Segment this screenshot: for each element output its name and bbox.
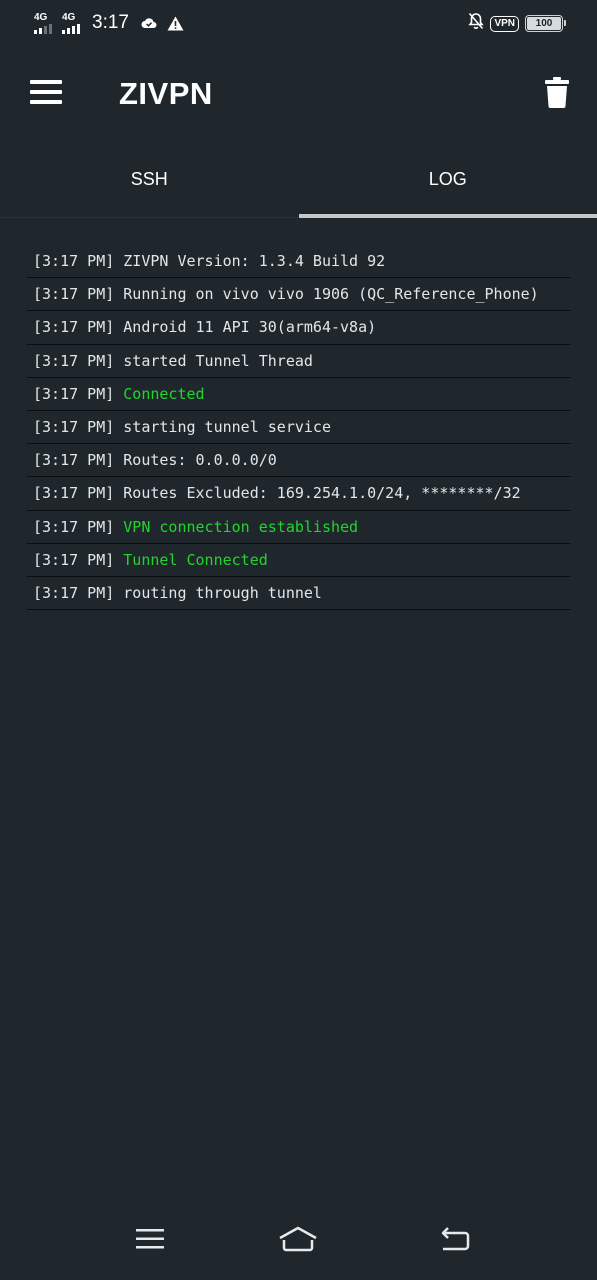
log-row: [3:17 PM] Routes: 0.0.0.0/0	[27, 444, 571, 478]
sim1-signal-icon: 4G	[34, 11, 52, 34]
warning-icon	[167, 16, 184, 31]
battery-icon: 100	[525, 15, 566, 32]
recent-apps-icon[interactable]	[130, 1224, 170, 1254]
log-timestamp: [3:17 PM]	[33, 252, 115, 271]
log-row: [3:17 PM] Tunnel Connected	[27, 544, 571, 577]
system-nav-bar	[0, 1210, 597, 1280]
log-message: VPN connection established	[123, 517, 359, 536]
log-timestamp: [3:17 PM]	[33, 517, 115, 536]
log-message: Tunnel Connected	[123, 550, 268, 569]
log-row: [3:17 PM] routing through tunnel	[27, 577, 571, 611]
log-timestamp: [3:17 PM]	[33, 550, 115, 569]
app-title: ZIVPN	[119, 76, 213, 111]
log-timestamp: [3:17 PM]	[33, 351, 115, 370]
log-timestamp: [3:17 PM]	[33, 384, 115, 403]
sim2-network-label: 4G	[62, 11, 76, 23]
log-list: [3:17 PM] ZIVPN Version: 1.3.4 Build 92 [3…	[27, 245, 571, 611]
hamburger-menu-icon[interactable]	[30, 80, 62, 104]
sim2-signal-icon: 4G	[62, 11, 80, 34]
log-message: Running on vivo vivo 1906 (QC_Reference_…	[123, 285, 539, 304]
log-row: [3:17 PM] starting tunnel service	[27, 411, 571, 445]
log-row: [3:17 PM] VPN connection established	[27, 511, 571, 544]
trash-icon[interactable]	[545, 76, 569, 108]
battery-level: 100	[535, 18, 553, 29]
vpn-status-badge: VPN	[490, 15, 519, 32]
log-row: [3:17 PM] Routes Excluded: 169.254.1.0/24…	[27, 477, 571, 511]
log-timestamp: [3:17 PM]	[33, 285, 115, 304]
log-timestamp: [3:17 PM]	[33, 418, 115, 437]
log-timestamp: [3:17 PM]	[33, 484, 115, 503]
log-message: starting tunnel service	[123, 418, 331, 437]
log-row: [3:17 PM] Running on vivo vivo 1906 (QC_R…	[27, 278, 571, 312]
status-bar: 4G 4G 3:17 VPN 100	[0, 0, 597, 46]
log-row: [3:17 PM] started Tunnel Thread	[27, 345, 571, 378]
log-row: [3:17 PM] Connected	[27, 378, 571, 411]
log-timestamp: [3:17 PM]	[33, 318, 115, 337]
back-icon[interactable]	[436, 1224, 476, 1254]
status-time: 3:17	[92, 12, 129, 33]
log-timestamp: [3:17 PM]	[33, 451, 115, 470]
log-message: ZIVPN Version: 1.3.4 Build 92	[123, 252, 386, 271]
log-message: Routes: 0.0.0.0/0	[123, 451, 277, 470]
app-screen: 4G 4G 3:17 VPN 100 ZIVPN SSH LOG [3:17 P…	[0, 0, 597, 1280]
log-message: Routes Excluded: 169.254.1.0/24, *******…	[123, 484, 521, 503]
tab-log[interactable]: LOG	[298, 142, 597, 218]
cloud-icon	[141, 17, 157, 29]
bell-off-icon	[468, 12, 485, 35]
app-bar: ZIVPN	[0, 46, 597, 142]
tab-bar: SSH LOG	[0, 142, 597, 218]
log-row: [3:17 PM] Android 11 API 30(arm64-v8a)	[27, 311, 571, 345]
sim1-network-label: 4G	[34, 11, 48, 23]
log-message: routing through tunnel	[123, 583, 322, 602]
log-message: Android 11 API 30(arm64-v8a)	[123, 318, 377, 337]
tab-ssh[interactable]: SSH	[0, 142, 299, 217]
log-message: started Tunnel Thread	[123, 351, 313, 370]
log-timestamp: [3:17 PM]	[33, 583, 115, 602]
log-message: Connected	[123, 384, 205, 403]
log-row: [3:17 PM] ZIVPN Version: 1.3.4 Build 92	[27, 245, 571, 279]
status-right-group: VPN 100	[468, 12, 566, 35]
home-icon[interactable]	[278, 1224, 318, 1254]
